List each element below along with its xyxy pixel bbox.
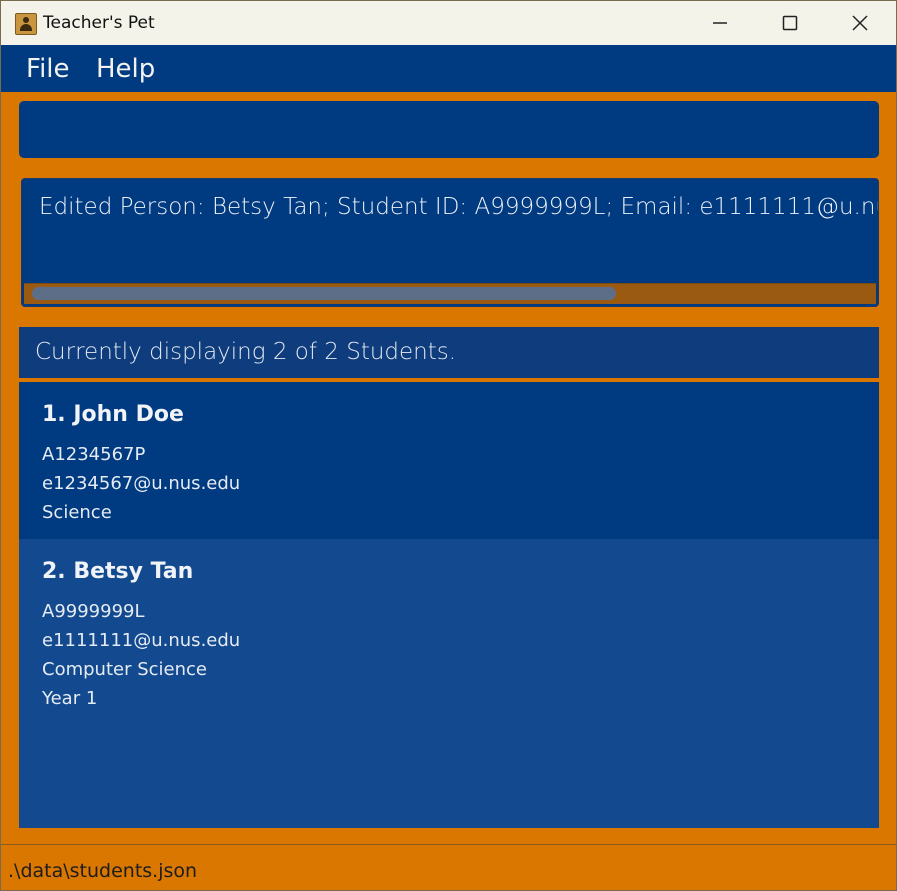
student-list[interactable]: 1. John Doe A1234567P e1234567@u.nus.edu…: [19, 382, 879, 828]
student-year: Year 1: [42, 688, 98, 709]
result-horizontal-scrollbar[interactable]: [24, 283, 876, 304]
minimize-button[interactable]: [685, 1, 755, 45]
menu-help[interactable]: Help: [96, 54, 155, 84]
data-file-path: .\data\students.json: [8, 860, 198, 882]
app-window: Teacher's Pet File Help Edited Person: B…: [0, 0, 897, 891]
student-list-header: Currently displaying 2 of 2 Students.: [19, 327, 879, 378]
contact-book-icon: [15, 13, 37, 35]
list-count-text: Currently displaying 2 of 2 Students.: [35, 339, 457, 365]
student-major: Science: [42, 502, 112, 523]
result-text: Edited Person: Betsy Tan; Student ID: A9…: [39, 194, 878, 220]
maximize-icon: [782, 15, 798, 31]
status-bar: .\data\students.json: [1, 844, 896, 890]
student-email: e1234567@u.nus.edu: [42, 473, 241, 494]
minimize-icon: [713, 22, 727, 24]
student-name: 2. Betsy Tan: [42, 559, 194, 584]
student-major: Computer Science: [42, 659, 207, 680]
result-display: Edited Person: Betsy Tan; Student ID: A9…: [21, 178, 879, 307]
maximize-button[interactable]: [755, 1, 825, 45]
student-card[interactable]: 1. John Doe A1234567P e1234567@u.nus.edu…: [19, 382, 879, 539]
command-box: [19, 101, 879, 158]
student-email: e1111111@u.nus.edu: [42, 630, 241, 651]
student-id: A1234567P: [42, 444, 146, 465]
command-input[interactable]: [19, 101, 879, 158]
student-name: 1. John Doe: [42, 402, 184, 427]
window-title: Teacher's Pet: [43, 13, 155, 33]
menu-file[interactable]: File: [26, 54, 70, 84]
close-icon: [852, 15, 868, 31]
student-id: A9999999L: [42, 601, 145, 622]
scrollbar-thumb[interactable]: [32, 287, 616, 300]
student-card[interactable]: 2. Betsy Tan A9999999L e1111111@u.nus.ed…: [19, 539, 879, 709]
close-button[interactable]: [825, 1, 895, 45]
title-bar: Teacher's Pet: [1, 1, 896, 45]
menu-bar: File Help: [1, 45, 896, 92]
